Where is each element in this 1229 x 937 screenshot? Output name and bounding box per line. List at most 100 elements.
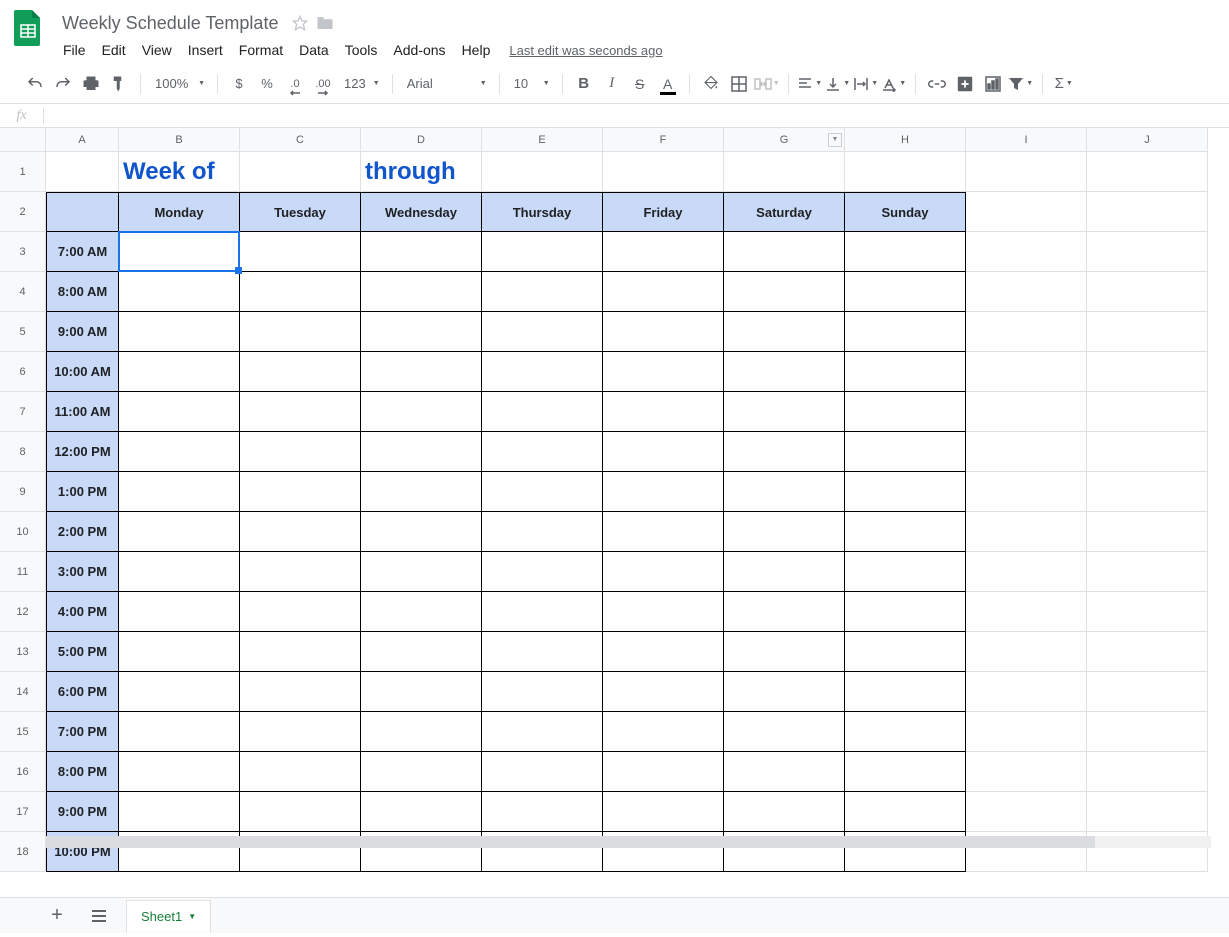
cell-I7[interactable] — [966, 392, 1087, 432]
cell-J4[interactable] — [1087, 272, 1208, 312]
col-dropdown-icon[interactable]: ▼ — [828, 133, 842, 147]
cell-F15[interactable] — [603, 712, 724, 752]
insert-chart-button[interactable] — [980, 71, 1006, 97]
row-header-11[interactable]: 11 — [0, 552, 46, 592]
row-header-9[interactable]: 9 — [0, 472, 46, 512]
cell-I6[interactable] — [966, 352, 1087, 392]
italic-button[interactable]: I — [599, 71, 625, 97]
cell-G4[interactable] — [724, 272, 845, 312]
sheets-logo[interactable] — [8, 8, 48, 48]
cell-F14[interactable] — [603, 672, 724, 712]
cell-J5[interactable] — [1087, 312, 1208, 352]
cell-D11[interactable] — [361, 552, 482, 592]
col-header-i[interactable]: I — [966, 128, 1087, 152]
cell-B10[interactable] — [119, 512, 240, 552]
cell-D10[interactable] — [361, 512, 482, 552]
cell-G15[interactable] — [724, 712, 845, 752]
cell-F10[interactable] — [603, 512, 724, 552]
cell-E4[interactable] — [482, 272, 603, 312]
cell-A4[interactable]: 8:00 AM — [46, 272, 119, 312]
cell-A14[interactable]: 6:00 PM — [46, 672, 119, 712]
cell-G1[interactable] — [724, 152, 845, 192]
redo-button[interactable] — [50, 71, 76, 97]
col-header-b[interactable]: B — [119, 128, 240, 152]
cell-D4[interactable] — [361, 272, 482, 312]
cell-F9[interactable] — [603, 472, 724, 512]
cell-D7[interactable] — [361, 392, 482, 432]
cell-G17[interactable] — [724, 792, 845, 832]
col-header-f[interactable]: F — [603, 128, 724, 152]
cell-E11[interactable] — [482, 552, 603, 592]
cell-D15[interactable] — [361, 712, 482, 752]
cell-B7[interactable] — [119, 392, 240, 432]
cell-F12[interactable] — [603, 592, 724, 632]
cell-C13[interactable] — [240, 632, 361, 672]
cell-A15[interactable]: 7:00 PM — [46, 712, 119, 752]
cell-I5[interactable] — [966, 312, 1087, 352]
cell-J8[interactable] — [1087, 432, 1208, 472]
menu-file[interactable]: File — [56, 38, 93, 62]
cell-B17[interactable] — [119, 792, 240, 832]
cell-J15[interactable] — [1087, 712, 1208, 752]
cell-J17[interactable] — [1087, 792, 1208, 832]
menu-view[interactable]: View — [135, 38, 179, 62]
cell-H3[interactable] — [845, 232, 966, 272]
cell-E2[interactable]: Thursday — [482, 192, 603, 232]
cell-C8[interactable] — [240, 432, 361, 472]
cell-I12[interactable] — [966, 592, 1087, 632]
cell-E14[interactable] — [482, 672, 603, 712]
cell-I4[interactable] — [966, 272, 1087, 312]
more-formats-button[interactable]: 123 — [338, 72, 384, 96]
cell-H14[interactable] — [845, 672, 966, 712]
cell-H15[interactable] — [845, 712, 966, 752]
cell-D1[interactable]: through — [361, 152, 482, 192]
cell-C3[interactable] — [240, 232, 361, 272]
sheet-tab-sheet1[interactable]: Sheet1▼ — [126, 900, 211, 932]
cell-B4[interactable] — [119, 272, 240, 312]
cell-H7[interactable] — [845, 392, 966, 432]
cell-C15[interactable] — [240, 712, 361, 752]
cell-B14[interactable] — [119, 672, 240, 712]
row-header-18[interactable]: 18 — [0, 832, 46, 872]
currency-button[interactable]: $ — [226, 71, 252, 97]
cell-G5[interactable] — [724, 312, 845, 352]
cell-B2[interactable]: Monday — [119, 192, 240, 232]
row-header-2[interactable]: 2 — [0, 192, 46, 232]
cell-G16[interactable] — [724, 752, 845, 792]
cell-J1[interactable] — [1087, 152, 1208, 192]
menu-data[interactable]: Data — [292, 38, 336, 62]
cell-D9[interactable] — [361, 472, 482, 512]
cell-A9[interactable]: 1:00 PM — [46, 472, 119, 512]
cell-J13[interactable] — [1087, 632, 1208, 672]
cell-D16[interactable] — [361, 752, 482, 792]
folder-icon[interactable] — [316, 15, 334, 31]
cell-I3[interactable] — [966, 232, 1087, 272]
cell-A8[interactable]: 12:00 PM — [46, 432, 119, 472]
cell-G10[interactable] — [724, 512, 845, 552]
cell-A2[interactable] — [46, 192, 119, 232]
cell-F1[interactable] — [603, 152, 724, 192]
col-header-c[interactable]: C — [240, 128, 361, 152]
cell-E6[interactable] — [482, 352, 603, 392]
functions-button[interactable]: Σ▼ — [1051, 71, 1077, 97]
cell-A10[interactable]: 2:00 PM — [46, 512, 119, 552]
cell-D8[interactable] — [361, 432, 482, 472]
cell-B9[interactable] — [119, 472, 240, 512]
cell-H1[interactable] — [845, 152, 966, 192]
cell-F11[interactable] — [603, 552, 724, 592]
cell-G6[interactable] — [724, 352, 845, 392]
col-header-j[interactable]: J — [1087, 128, 1208, 152]
cell-G8[interactable] — [724, 432, 845, 472]
cell-A16[interactable]: 8:00 PM — [46, 752, 119, 792]
cell-F2[interactable]: Friday — [603, 192, 724, 232]
cell-D12[interactable] — [361, 592, 482, 632]
cell-D14[interactable] — [361, 672, 482, 712]
cell-F17[interactable] — [603, 792, 724, 832]
menu-edit[interactable]: Edit — [95, 38, 133, 62]
paint-format-button[interactable] — [106, 71, 132, 97]
col-header-e[interactable]: E — [482, 128, 603, 152]
row-header-16[interactable]: 16 — [0, 752, 46, 792]
cell-G7[interactable] — [724, 392, 845, 432]
cell-B3[interactable] — [119, 232, 240, 272]
cell-H9[interactable] — [845, 472, 966, 512]
